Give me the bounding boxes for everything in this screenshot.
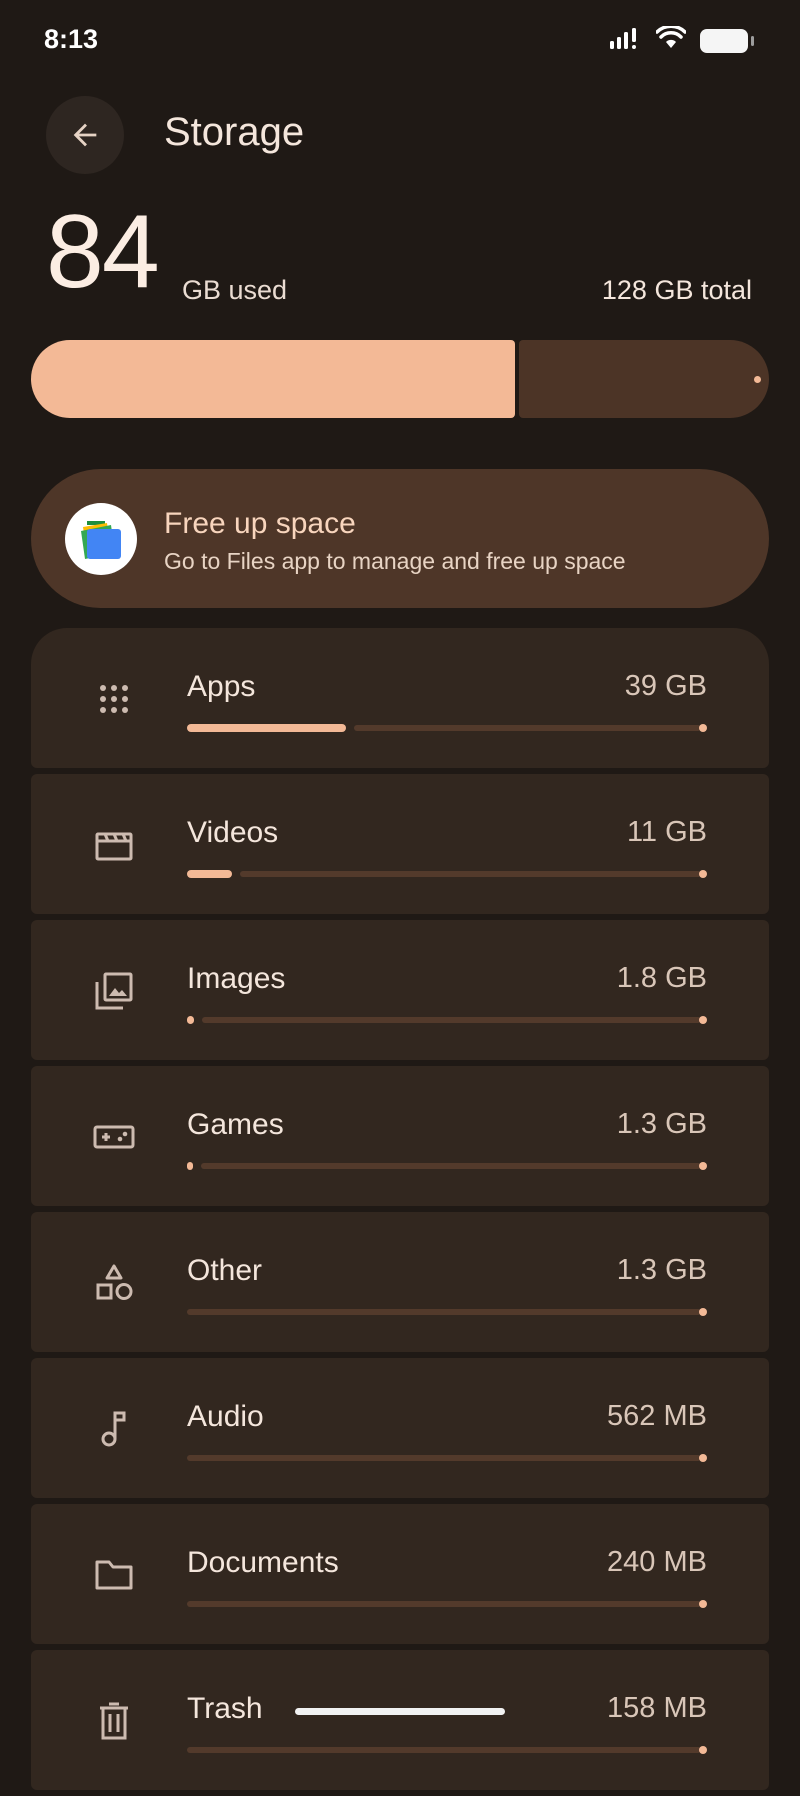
music-note-icon [93, 1408, 135, 1450]
battery-icon [700, 28, 754, 53]
category-usage-end-dot [699, 1600, 707, 1608]
category-usage-bar [187, 1308, 707, 1316]
category-size: 562 MB [607, 1400, 707, 1432]
category-usage-track [187, 1747, 701, 1753]
back-button[interactable] [46, 96, 124, 174]
category-usage-bar [187, 1016, 707, 1024]
signal-icon [608, 26, 642, 55]
category-other[interactable]: Other 1.3 GB [31, 1212, 769, 1352]
storage-used-segment [31, 340, 515, 418]
category-usage-bar [187, 1162, 707, 1170]
category-usage-fill [187, 1016, 194, 1024]
storage-usage-bar [31, 340, 769, 418]
category-usage-end-dot [699, 870, 707, 878]
category-name: Audio [187, 1400, 264, 1433]
page-title: Storage [164, 110, 305, 154]
gamepad-icon [93, 1116, 135, 1158]
category-usage-end-dot [699, 1746, 707, 1754]
category-size: 240 MB [607, 1546, 707, 1578]
category-name: Games [187, 1108, 284, 1141]
category-usage-end-dot [699, 1162, 707, 1170]
category-usage-end-dot [699, 1308, 707, 1316]
category-size: 11 GB [626, 816, 707, 848]
status-icons [608, 24, 754, 55]
status-time: 8:13 [44, 24, 99, 54]
home-indicator[interactable] [295, 1708, 505, 1715]
status-bar: 8:13 [0, 0, 800, 80]
apps-grid-icon [93, 678, 135, 720]
category-usage-bar [187, 870, 707, 878]
category-videos[interactable]: Videos 11 GB [31, 774, 769, 914]
wifi-icon [655, 24, 687, 55]
category-usage-track [202, 1017, 701, 1023]
category-usage-bar [187, 1600, 707, 1608]
arrow-back-icon [73, 123, 97, 147]
category-usage-fill [187, 870, 232, 878]
used-storage-value: 84 [46, 194, 160, 310]
category-name: Other [187, 1254, 263, 1287]
category-usage-fill [187, 1162, 193, 1170]
free-up-space-title: Free up space [164, 507, 356, 540]
shapes-icon [93, 1262, 135, 1304]
category-size: 1.3 GB [616, 1108, 707, 1140]
category-usage-track [354, 725, 701, 731]
category-usage-end-dot [699, 1016, 707, 1024]
storage-category-list: Apps 39 GB Videos 11 GB Images 1.8 GB Ga… [31, 628, 769, 1796]
category-usage-track [187, 1309, 701, 1315]
category-trash[interactable]: Trash 158 MB [31, 1650, 769, 1790]
category-games[interactable]: Games 1.3 GB [31, 1066, 769, 1206]
folder-icon [93, 1554, 135, 1596]
storage-free-segment [519, 340, 769, 418]
category-usage-track [187, 1601, 701, 1607]
category-apps[interactable]: Apps 39 GB [31, 628, 769, 768]
photo-library-icon [93, 970, 135, 1012]
category-usage-track [240, 871, 701, 877]
category-size: 158 MB [607, 1692, 707, 1724]
category-usage-end-dot [699, 1454, 707, 1462]
category-size: 1.3 GB [616, 1254, 707, 1286]
total-storage-label: 128 GB total [601, 275, 752, 305]
category-name: Videos [187, 816, 279, 849]
category-audio[interactable]: Audio 562 MB [31, 1358, 769, 1498]
files-app-icon [65, 503, 137, 575]
category-name: Apps [187, 670, 256, 703]
free-up-space-subtitle: Go to Files app to manage and free up sp… [164, 548, 626, 574]
used-storage-unit: GB used [182, 275, 288, 305]
category-usage-bar [187, 724, 707, 732]
category-usage-track [187, 1455, 701, 1461]
category-name: Images [187, 962, 286, 995]
category-documents[interactable]: Documents 240 MB [31, 1504, 769, 1644]
category-name: Trash [187, 1692, 263, 1725]
category-size: 1.8 GB [616, 962, 707, 994]
storage-bar-end-dot [754, 376, 761, 383]
trash-icon [93, 1700, 135, 1742]
category-images[interactable]: Images 1.8 GB [31, 920, 769, 1060]
category-usage-end-dot [699, 724, 707, 732]
category-usage-bar [187, 1746, 707, 1754]
category-size: 39 GB [624, 670, 707, 702]
category-name: Documents [187, 1546, 339, 1579]
category-usage-track [201, 1163, 701, 1169]
category-usage-bar [187, 1454, 707, 1462]
category-usage-fill [187, 724, 346, 732]
free-up-space-card[interactable]: Free up space Go to Files app to manage … [31, 469, 769, 608]
movie-icon [93, 824, 135, 866]
